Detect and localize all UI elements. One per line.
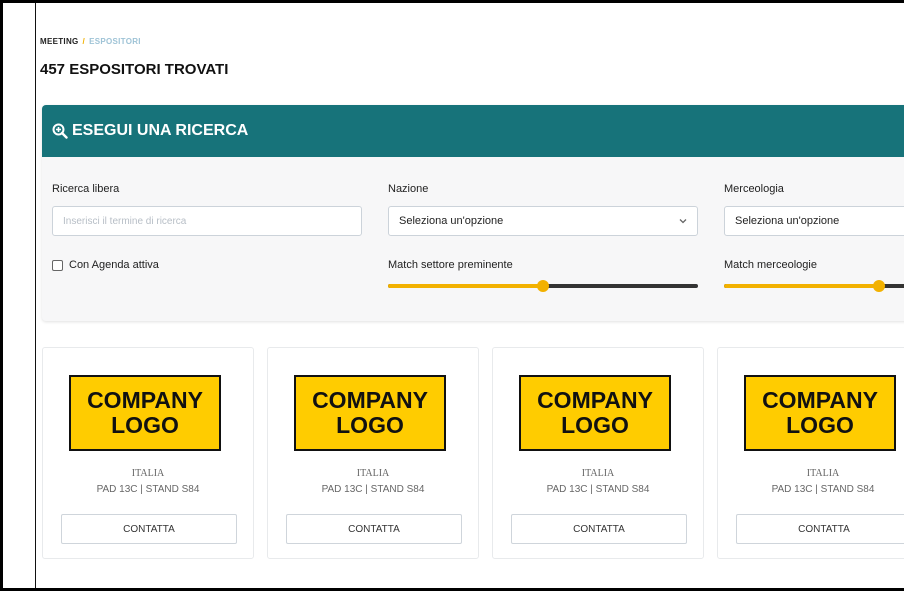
slider-thumb[interactable] [873, 280, 885, 292]
exhibitor-country: ITALIA [806, 468, 840, 479]
nation-label: Nazione [388, 183, 429, 195]
exhibitor-card[interactable]: COMPANY LOGO ITALIA PAD 13C | STAND S84 … [492, 347, 704, 559]
sector-match-label: Match settore preminente [388, 259, 513, 271]
company-logo: COMPANY LOGO [294, 375, 446, 451]
company-logo: COMPANY LOGO [69, 375, 221, 451]
logo-line-1: COMPANY [87, 386, 203, 413]
logo-line-2: LOGO [111, 412, 179, 438]
category-select[interactable]: Seleziona un'opzione [724, 206, 904, 236]
slider-fill [724, 284, 879, 288]
logo-line-1: COMPANY [762, 386, 878, 413]
category-select-value: Seleziona un'opzione [735, 215, 840, 227]
contact-button[interactable]: CONTATTA [286, 514, 462, 544]
contact-button[interactable]: CONTATTA [736, 514, 904, 544]
search-header: ESEGUI UNA RICERCA [42, 105, 904, 157]
nation-select-value: Seleziona un'opzione [399, 215, 504, 227]
exhibitor-country: ITALIA [581, 468, 615, 479]
logo-line-2: LOGO [786, 412, 854, 438]
chevron-down-icon [679, 219, 687, 224]
slider-fill [388, 284, 543, 288]
breadcrumb-separator: / [82, 37, 86, 46]
company-logo: COMPANY LOGO [744, 375, 896, 451]
exhibitor-stand: PAD 13C | STAND S84 [771, 484, 875, 495]
app-window: MEETING / ESPOSITORI 457 ESPOSITORI TROVAT… [0, 0, 904, 591]
exhibitor-card[interactable]: COMPANY LOGO ITALIA PAD 13C | STAND S84 … [267, 347, 479, 559]
contact-button[interactable]: CONTATTA [511, 514, 687, 544]
slider-thumb[interactable] [537, 280, 549, 292]
category-match-label: Match merceologie [724, 259, 817, 271]
free-search-label: Ricerca libera [52, 183, 120, 195]
exhibitor-country: ITALIA [356, 468, 390, 479]
logo-line-1: COMPANY [537, 386, 653, 413]
logo-line-2: LOGO [336, 412, 404, 438]
exhibitor-stand: PAD 13C | STAND S84 [321, 484, 425, 495]
breadcrumb: MEETING / ESPOSITORI [40, 37, 141, 46]
agenda-checkbox-label: Con Agenda attiva [69, 259, 159, 271]
logo-line-1: COMPANY [312, 386, 428, 413]
page-content: MEETING / ESPOSITORI 457 ESPOSITORI TROVAT… [35, 3, 904, 588]
exhibitor-stand: PAD 13C | STAND S84 [546, 484, 650, 495]
search-panel: ESEGUI UNA RICERCA Ricerca libera Nazion… [42, 105, 904, 321]
agenda-checkbox[interactable] [52, 259, 63, 271]
logo-line-2: LOGO [561, 412, 629, 438]
breadcrumb-current: ESPOSITORI [89, 37, 141, 46]
category-label: Merceologia [724, 183, 784, 195]
zoom-in-icon [52, 123, 68, 139]
exhibitor-card[interactable]: COMPANY LOGO ITALIA PAD 13C | STAND S84 … [717, 347, 904, 559]
exhibitor-country: ITALIA [131, 468, 165, 479]
free-search-input[interactable] [52, 206, 362, 236]
exhibitor-card[interactable]: COMPANY LOGO ITALIA PAD 13C | STAND S84 … [42, 347, 254, 559]
search-header-title: ESEGUI UNA RICERCA [72, 122, 249, 139]
sector-match-slider[interactable] [388, 280, 698, 292]
nation-select[interactable]: Seleziona un'opzione [388, 206, 698, 236]
exhibitor-stand: PAD 13C | STAND S84 [96, 484, 200, 495]
contact-button[interactable]: CONTATTA [61, 514, 237, 544]
category-match-slider[interactable] [724, 280, 904, 292]
breadcrumb-meeting[interactable]: MEETING [40, 37, 79, 46]
company-logo: COMPANY LOGO [519, 375, 671, 451]
agenda-filter[interactable]: Con Agenda attiva [52, 259, 159, 271]
page-title: 457 ESPOSITORI TROVATI [40, 61, 229, 78]
